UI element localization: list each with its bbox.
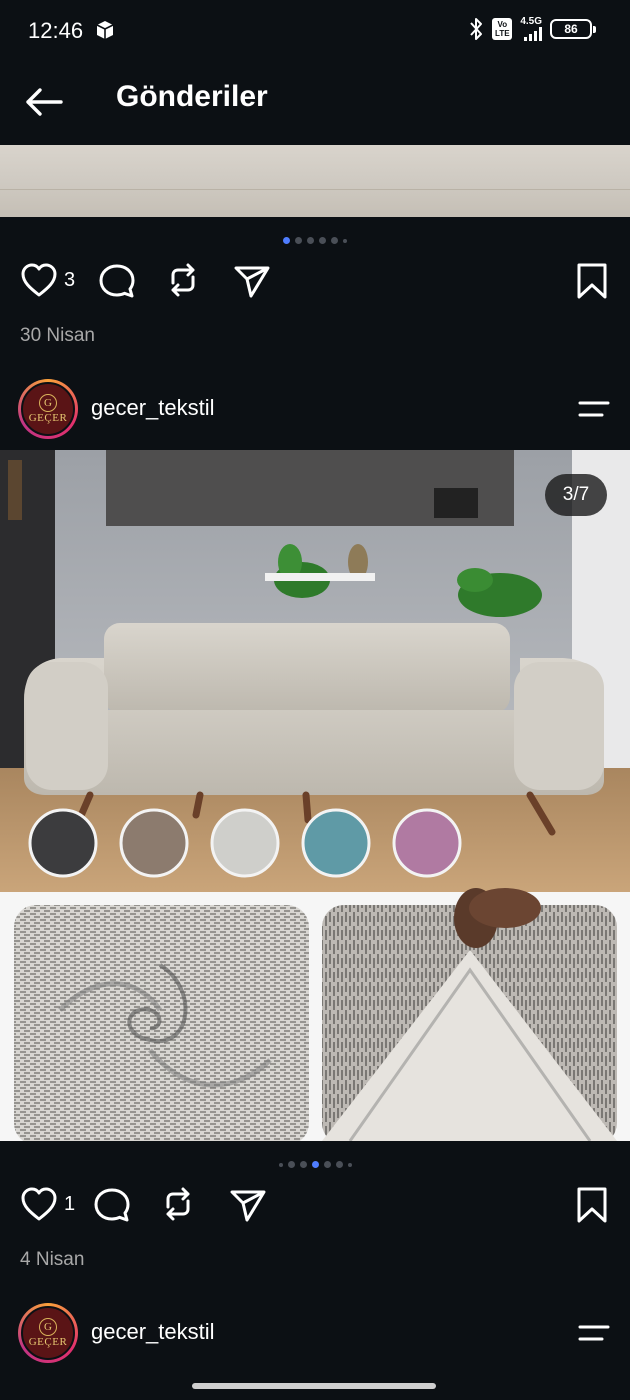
carousel-dot: [307, 237, 314, 244]
swatch-teal: [301, 808, 371, 878]
avatar[interactable]: G GEÇER: [18, 1303, 78, 1363]
avatar-brand: GEÇER: [28, 1336, 68, 1348]
post-date: 30 Nisan: [20, 325, 95, 346]
screen: 12:46 Vo LTE 4.5G 86 Gönderiler 3 30 Nis…: [0, 0, 630, 1400]
back-button[interactable]: [22, 82, 66, 122]
network-indicator: 4.5G: [520, 17, 542, 41]
post-actions: 3: [0, 262, 630, 312]
repost-button[interactable]: [161, 1186, 195, 1222]
repost-icon: [171, 263, 195, 297]
status-icons: Vo LTE 4.5G 86: [468, 16, 596, 42]
carousel-dot: [335, 1161, 343, 1168]
menu-icon[interactable]: [578, 397, 610, 421]
carousel-dot: [283, 237, 290, 244]
volte-icon: Vo LTE: [492, 18, 513, 40]
repost-button[interactable]: [166, 262, 200, 298]
swatch-pink: [392, 808, 462, 878]
image-counter: 3/7: [545, 474, 607, 516]
status-bar: 12:46 Vo LTE 4.5G 86: [0, 0, 630, 62]
heart-icon: [21, 263, 57, 297]
battery-level: 86: [564, 22, 578, 36]
carousel-dot: [278, 1162, 283, 1167]
bluetooth-icon: [470, 18, 483, 40]
carousel-dot: [347, 1162, 352, 1167]
username[interactable]: gecer_tekstil: [91, 1319, 215, 1345]
heart-icon: [21, 1187, 57, 1221]
package-icon: [96, 21, 114, 39]
app-header: Gönderiler: [0, 62, 630, 142]
avatar-initial: G: [39, 394, 57, 412]
like-count: 1: [64, 1192, 76, 1215]
carousel-indicator: [0, 1161, 630, 1168]
swatch-dark: [28, 808, 98, 878]
menu-icon[interactable]: [578, 1321, 610, 1345]
bookmark-icon: [577, 1187, 607, 1223]
carousel-dot: [343, 238, 347, 243]
arrow-left-icon: [26, 88, 63, 116]
send-icon: [230, 1190, 266, 1222]
swatch-brown: [119, 808, 189, 878]
save-button[interactable]: [575, 262, 609, 300]
battery-icon: 86: [550, 19, 596, 39]
send-icon: [234, 266, 270, 298]
like-button[interactable]: 3: [20, 262, 75, 298]
signal-icon: [524, 27, 542, 41]
avatar-brand: GEÇER: [28, 412, 68, 424]
carousel-dot: [323, 1161, 331, 1168]
comment-bubble-icon: [94, 1188, 130, 1222]
avatar[interactable]: G GEÇER: [18, 379, 78, 439]
swatch-light: [210, 808, 280, 878]
post-date: 4 Nisan: [20, 1249, 85, 1270]
bookmark-icon: [577, 263, 607, 299]
carousel-dot: [299, 1161, 307, 1168]
comment-bubble-icon: [99, 264, 135, 298]
like-button[interactable]: 1: [20, 1186, 75, 1222]
repost-icon: [166, 1187, 190, 1221]
comment-button[interactable]: [97, 262, 137, 300]
save-button[interactable]: [575, 1186, 609, 1224]
post-header: G GEÇER gecer_tekstil: [0, 377, 630, 441]
avatar-logo: G GEÇER: [21, 382, 75, 436]
like-count: 3: [64, 268, 76, 291]
share-button[interactable]: [228, 1186, 268, 1224]
share-button[interactable]: [232, 262, 272, 300]
carousel-dot: [287, 1161, 295, 1168]
volte-top: Vo: [497, 20, 508, 29]
sofa-photo: [0, 450, 630, 1141]
username[interactable]: gecer_tekstil: [91, 395, 215, 421]
avatar-initial: G: [39, 1318, 57, 1336]
network-type: 4.5G: [520, 16, 542, 27]
carousel-dot: [295, 237, 302, 244]
carousel-dot: [319, 237, 326, 244]
carousel-dot: [331, 237, 338, 244]
status-time: 12:46: [28, 18, 84, 43]
post-image-previous[interactable]: [0, 145, 630, 217]
comment-button[interactable]: [92, 1186, 132, 1224]
page-title: Gönderiler: [116, 80, 268, 113]
home-indicator[interactable]: [192, 1383, 436, 1389]
carousel-dot: [311, 1161, 319, 1168]
volte-bottom: LTE: [495, 29, 510, 38]
carousel-indicator: [0, 237, 630, 244]
avatar-logo: G GEÇER: [21, 1306, 75, 1360]
post-actions: 1: [0, 1186, 630, 1236]
post-header: G GEÇER gecer_tekstil: [0, 1301, 630, 1365]
post-image[interactable]: 3/7: [0, 450, 630, 1141]
